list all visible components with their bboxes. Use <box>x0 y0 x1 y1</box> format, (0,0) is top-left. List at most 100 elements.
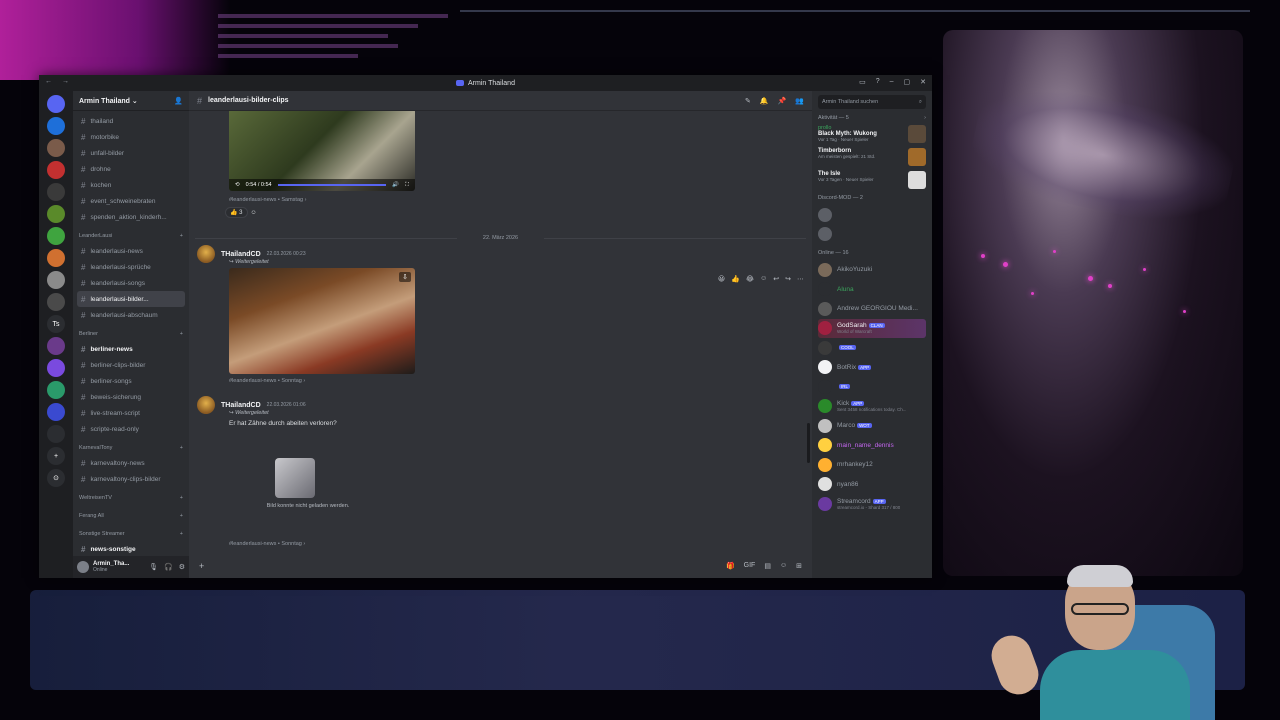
channel-item[interactable]: # unfall-bilder <box>77 145 185 161</box>
avatar[interactable] <box>818 438 832 453</box>
server-icon[interactable] <box>47 139 65 157</box>
guild-header[interactable]: Armin Thailand ⌄ 👤 <box>73 91 189 111</box>
image-attachment[interactable]: ⇩ <box>229 268 415 374</box>
member-item[interactable]: GodSarah CLAN World of Warcraft <box>818 318 926 338</box>
avatar[interactable] <box>818 282 832 297</box>
activity-card[interactable]: Timberborn Am meisten gespielt: 21 Std. <box>818 148 926 166</box>
channel-item[interactable]: # berliner-news <box>77 341 185 357</box>
apps-icon[interactable]: ⊞ <box>796 562 802 570</box>
add-member-icon[interactable]: 👤 <box>174 97 183 105</box>
add-channel-icon[interactable]: + <box>180 233 183 239</box>
channel-item[interactable]: # leanderlausi-news <box>77 243 185 259</box>
scrollbar[interactable] <box>807 423 810 463</box>
channel-item[interactable]: # karnevaltony-news <box>77 455 185 471</box>
member-item[interactable] <box>818 205 926 225</box>
server-icon[interactable] <box>47 271 65 289</box>
avatar[interactable] <box>818 207 832 222</box>
channel-item[interactable]: # news-sonstige <box>77 541 185 556</box>
replay-icon[interactable]: ⟲ <box>235 182 240 188</box>
channel-item[interactable]: # motorbike <box>77 129 185 145</box>
server-icon[interactable] <box>47 381 65 399</box>
channel-item[interactable]: # event_schweinebraten <box>77 193 185 209</box>
category-header[interactable]: KarnevalTony + <box>77 441 185 455</box>
add-channel-icon[interactable]: + <box>180 331 183 337</box>
video-progress[interactable] <box>277 184 387 186</box>
fullscreen-icon[interactable]: ⛶ <box>405 182 409 189</box>
add-channel-icon[interactable]: + <box>180 495 183 501</box>
avatar[interactable] <box>818 360 832 375</box>
download-icon[interactable]: ⇩ <box>399 272 411 282</box>
activity-card[interactable]: prollo Black Myth: Wukong Vor 1 Tag · Neue… <box>818 125 926 143</box>
member-list-icon[interactable]: 👥 <box>795 97 804 105</box>
category-header[interactable]: WeltreisenTV + <box>77 491 185 505</box>
notification-bell-icon[interactable]: 🔔 <box>760 97 769 105</box>
nav-arrows[interactable]: ← → <box>45 78 73 85</box>
add-channel-icon[interactable]: + <box>180 513 183 519</box>
add-reaction-icon[interactable]: ☺ <box>760 275 767 283</box>
server-icon[interactable] <box>47 425 65 443</box>
server-icon[interactable] <box>47 403 65 421</box>
minimize-icon[interactable]: – <box>890 78 894 86</box>
video-controls[interactable]: ⟲ 0:54 / 0:54 🔊 ⛶ <box>229 179 415 191</box>
avatar[interactable] <box>77 561 89 573</box>
avatar[interactable] <box>818 340 832 355</box>
member-item[interactable]: Kick APP Sent 3458 notifications today. Ch… <box>818 397 926 417</box>
add-reaction-icon[interactable]: ☺ <box>251 210 257 216</box>
channel-item[interactable]: # leanderlausi-sprüche <box>77 259 185 275</box>
avatar[interactable] <box>818 418 832 433</box>
channel-item[interactable]: # scripte-read-only <box>77 421 185 437</box>
laugh-icon[interactable]: 😂 <box>746 275 754 283</box>
server-icon[interactable] <box>47 161 65 179</box>
settings-gear-icon[interactable]: ⚙ <box>179 563 185 571</box>
channel-item[interactable]: # karnevaltony-clips-bilder <box>77 471 185 487</box>
activity-card[interactable]: The Isle Vor 3 Tagen · Neuer Spieler <box>818 171 926 189</box>
member-item[interactable]: Marco WOT <box>818 416 926 436</box>
gif-icon[interactable]: GIF <box>744 562 756 570</box>
server-icon[interactable] <box>47 337 65 355</box>
forward-source[interactable]: #leanderlausi-news • Samstag › <box>229 197 306 203</box>
volume-icon[interactable]: 🔊 <box>392 182 399 188</box>
close-icon[interactable]: ✕ <box>920 78 926 86</box>
message-author[interactable]: THailandCD <box>221 251 261 258</box>
member-item[interactable]: main_name_dennis <box>818 436 926 456</box>
add-channel-icon[interactable]: + <box>180 531 183 537</box>
avatar[interactable] <box>818 262 832 277</box>
server-icon[interactable] <box>47 205 65 223</box>
server-icon[interactable] <box>47 359 65 377</box>
back-icon[interactable]: ← <box>45 78 56 85</box>
avatar[interactable] <box>818 496 832 511</box>
avatar[interactable] <box>818 399 832 414</box>
member-item[interactable]: Andrew GEORGIOU Medi... <box>818 299 926 319</box>
channel-item[interactable]: # drohne <box>77 161 185 177</box>
gift-icon[interactable]: 🎁 <box>726 562 735 570</box>
channel-item[interactable]: # thailand <box>77 113 185 129</box>
more-options-icon[interactable]: ⋯ <box>797 275 804 283</box>
emoji-reaction-icon[interactable]: 😀 <box>718 275 725 283</box>
channel-item[interactable]: # kochen <box>77 177 185 193</box>
channel-item[interactable]: # leanderlausi-songs <box>77 275 185 291</box>
channel-item[interactable]: # beweis-sicherung <box>77 389 185 405</box>
avatar[interactable] <box>818 227 832 242</box>
channel-item[interactable]: # berliner-songs <box>77 373 185 389</box>
forward-source[interactable]: #leanderlausi-news • Sonntag › <box>229 541 305 547</box>
emoji-icon[interactable]: ☺ <box>780 562 787 570</box>
member-item[interactable]: AkikoYuzuki <box>818 260 926 280</box>
pin-icon[interactable]: 📌 <box>778 97 787 105</box>
channel-item[interactable]: # berliner-clips-bilder <box>77 357 185 373</box>
channel-item[interactable]: # live-stream-script <box>77 405 185 421</box>
member-item[interactable]: BotRix APP <box>818 358 926 378</box>
add-attachment-icon[interactable]: + <box>199 561 204 571</box>
server-icon[interactable]: + <box>47 447 65 465</box>
category-header[interactable]: Sonstige Streamer + <box>77 527 185 541</box>
server-icon[interactable] <box>47 183 65 201</box>
message-author[interactable]: THailandCD <box>221 402 261 409</box>
channel-item[interactable]: # spenden_aktion_kinderh... <box>77 209 185 225</box>
mini-player-icon[interactable]: ▭ <box>859 78 866 86</box>
member-item[interactable]: mrhankey12 <box>818 455 926 475</box>
activity-header[interactable]: Aktivität — 5 › <box>818 115 926 121</box>
server-icon[interactable]: Ts <box>47 315 65 333</box>
channel-item[interactable]: # leanderlausi-abschaum <box>77 307 185 323</box>
headset-icon[interactable]: 🎧 <box>164 563 173 571</box>
server-icon[interactable] <box>47 117 65 135</box>
avatar[interactable] <box>818 379 832 394</box>
